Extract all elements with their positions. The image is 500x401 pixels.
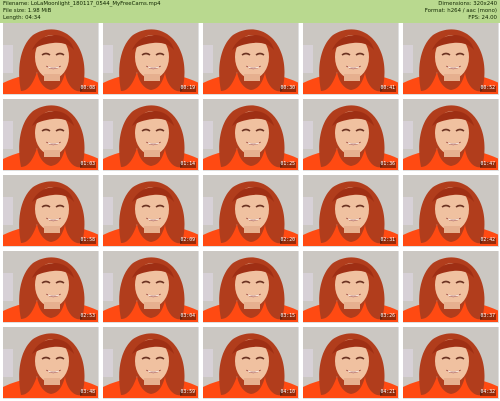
thumbnail-timecode: 00:52 <box>479 86 496 92</box>
thumbnail-frame <box>303 175 398 246</box>
filename-text: Filename: LoLaMoonlight_180117_0544_MyFr… <box>3 1 161 7</box>
video-thumbnail: 03:04 <box>103 251 199 323</box>
thumbnail-timecode: 01:36 <box>379 162 396 168</box>
metadata-left: Filename: LoLaMoonlight_180117_0544_MyFr… <box>3 1 161 22</box>
video-thumbnail: 01:14 <box>103 99 199 171</box>
thumbnail-frame <box>203 23 298 94</box>
thumbnail-frame <box>403 175 498 246</box>
thumbnail-timecode: 03:26 <box>379 314 396 320</box>
file-size-text: File size: 1.98 MiB <box>3 8 52 15</box>
contact-sheet: Filename: LoLaMoonlight_180117_0544_MyFr… <box>0 0 500 401</box>
thumbnail-timecode: 01:47 <box>479 162 496 168</box>
video-thumbnail: 04:21 <box>303 327 399 399</box>
thumbnail-frame <box>103 23 198 94</box>
thumbnail-timecode: 03:04 <box>179 314 196 320</box>
thumbnail-frame <box>403 251 498 322</box>
thumbnail-frame <box>103 327 198 398</box>
thumbnail-timecode: 02:09 <box>179 238 196 244</box>
video-thumbnail: 00:30 <box>203 23 299 95</box>
thumbnail-timecode: 04:21 <box>379 390 396 396</box>
video-thumbnail: 00:19 <box>103 23 199 95</box>
video-thumbnail: 00:41 <box>303 23 399 95</box>
thumbnail-frame <box>203 99 298 170</box>
thumbnail-timecode: 00:30 <box>279 86 296 92</box>
thumbnail-timecode: 01:25 <box>279 162 296 168</box>
thumbnail-frame <box>303 99 398 170</box>
thumbnail-timecode: 01:03 <box>79 162 96 168</box>
thumbnail-grid: 00:08 00:19 00:30 00:41 00:52 01:03 01:14 01:25… <box>0 23 500 401</box>
video-thumbnail: 02:53 <box>3 251 99 323</box>
video-thumbnail: 03:26 <box>303 251 399 323</box>
thumbnail-timecode: 04:10 <box>279 390 296 396</box>
thumbnail-timecode: 00:41 <box>379 86 396 92</box>
thumbnail-frame <box>403 327 498 398</box>
thumbnail-timecode: 00:19 <box>179 86 196 92</box>
video-thumbnail: 02:09 <box>103 175 199 247</box>
video-thumbnail: 03:37 <box>403 251 499 323</box>
video-thumbnail: 02:20 <box>203 175 299 247</box>
thumbnail-frame <box>103 251 198 322</box>
video-thumbnail: 02:42 <box>403 175 499 247</box>
thumbnail-frame <box>3 251 98 322</box>
thumbnail-timecode: 02:20 <box>279 238 296 244</box>
thumbnail-frame <box>3 175 98 246</box>
metadata-header: Filename: LoLaMoonlight_180117_0544_MyFr… <box>0 0 500 23</box>
thumbnail-timecode: 02:53 <box>79 314 96 320</box>
thumbnail-frame <box>3 327 98 398</box>
video-thumbnail: 01:03 <box>3 99 99 171</box>
video-thumbnail: 01:25 <box>203 99 299 171</box>
video-thumbnail: 00:08 <box>3 23 99 95</box>
video-thumbnail: 04:10 <box>203 327 299 399</box>
thumbnail-frame <box>303 251 398 322</box>
video-thumbnail: 04:32 <box>403 327 499 399</box>
thumbnail-frame <box>303 327 398 398</box>
thumbnail-timecode: 04:32 <box>479 390 496 396</box>
length-text: Length: 04:34 <box>3 15 41 22</box>
thumbnail-timecode: 03:59 <box>179 390 196 396</box>
thumbnail-timecode: 02:31 <box>379 238 396 244</box>
format-text: Format: h264 / aac (mono) <box>424 8 497 15</box>
thumbnail-frame <box>203 251 298 322</box>
thumbnail-timecode: 03:15 <box>279 314 296 320</box>
dimensions-text: Dimensions: 320x240 <box>438 1 497 7</box>
video-thumbnail: 03:15 <box>203 251 299 323</box>
video-thumbnail: 00:52 <box>403 23 499 95</box>
video-thumbnail: 01:36 <box>303 99 399 171</box>
thumbnail-timecode: 01:14 <box>179 162 196 168</box>
video-thumbnail: 03:48 <box>3 327 99 399</box>
thumbnail-frame <box>203 175 298 246</box>
video-thumbnail: 01:47 <box>403 99 499 171</box>
thumbnail-frame <box>203 327 298 398</box>
fps-text: FPS: 24.00 <box>468 15 497 22</box>
video-thumbnail: 02:31 <box>303 175 399 247</box>
thumbnail-frame <box>303 23 398 94</box>
thumbnail-frame <box>103 175 198 246</box>
thumbnail-timecode: 02:42 <box>479 238 496 244</box>
thumbnail-frame <box>3 23 98 94</box>
metadata-right: Dimensions: 320x240 Format: h264 / aac (… <box>425 1 497 22</box>
thumbnail-frame <box>3 99 98 170</box>
thumbnail-timecode: 00:08 <box>79 86 96 92</box>
thumbnail-frame <box>403 99 498 170</box>
thumbnail-timecode: 03:37 <box>479 314 496 320</box>
thumbnail-frame <box>403 23 498 94</box>
thumbnail-frame <box>103 99 198 170</box>
video-thumbnail: 03:59 <box>103 327 199 399</box>
video-thumbnail: 01:58 <box>3 175 99 247</box>
thumbnail-timecode: 01:58 <box>79 238 96 244</box>
thumbnail-timecode: 03:48 <box>79 390 96 396</box>
